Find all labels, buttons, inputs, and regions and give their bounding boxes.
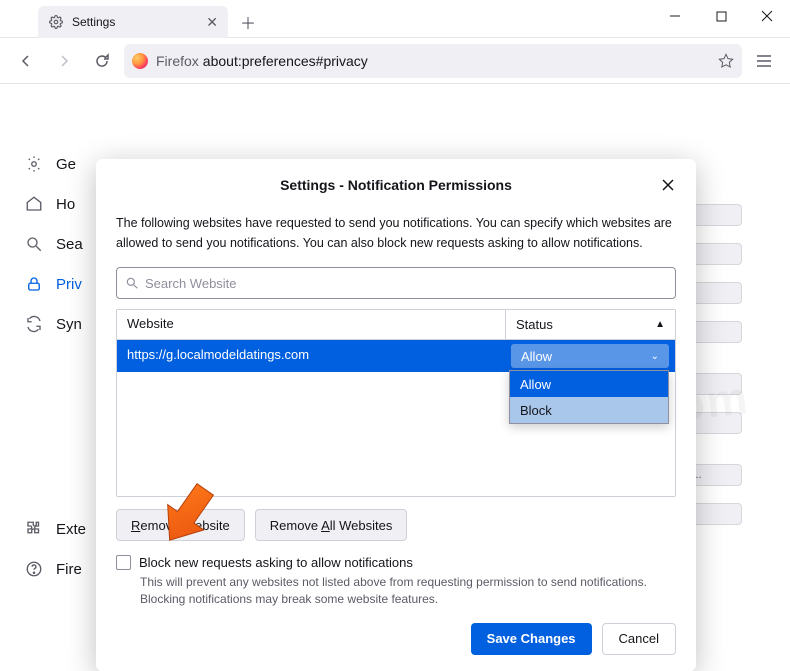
column-website[interactable]: Website	[117, 310, 505, 339]
save-changes-button[interactable]: Save Changes	[471, 623, 592, 655]
status-value: Allow	[521, 349, 552, 364]
remove-website-button[interactable]: Remove Website	[116, 509, 245, 541]
table-header: Website Status ▲	[117, 310, 675, 340]
window-controls	[652, 0, 790, 32]
menu-button[interactable]	[748, 45, 780, 77]
row-website-url: https://g.localmodeldatings.com	[117, 340, 505, 372]
notification-permissions-dialog: Settings - Notification Permissions The …	[96, 159, 696, 671]
content-area: Ge Ho Sea Priv Syn Exte Fire ... ..	[0, 84, 790, 601]
forward-button[interactable]	[48, 45, 80, 77]
column-status[interactable]: Status ▲	[505, 310, 675, 339]
search-website-input[interactable]: Search Website	[116, 267, 676, 299]
minimize-button[interactable]	[652, 0, 698, 32]
browser-tab[interactable]: Settings ✕	[38, 6, 228, 38]
cancel-button[interactable]: Cancel	[602, 623, 676, 655]
tab-title: Settings	[72, 15, 115, 29]
block-new-requests-checkbox[interactable]: Block new requests asking to allow notif…	[116, 555, 676, 570]
new-tab-button[interactable]: ＋	[234, 8, 262, 36]
search-icon	[125, 276, 139, 290]
url-scope-label: Firefox	[156, 53, 199, 69]
settings-icon	[48, 14, 64, 30]
status-dropdown[interactable]: Allow ⌄	[511, 344, 669, 368]
chevron-down-icon: ⌄	[651, 351, 659, 362]
dialog-description: The following websites have requested to…	[116, 213, 676, 253]
dialog-footer: Save Changes Cancel	[116, 623, 676, 655]
dropdown-option-allow[interactable]: Allow	[510, 371, 668, 397]
block-new-hint: This will prevent any websites not liste…	[140, 574, 676, 609]
table-row[interactable]: https://g.localmodeldatings.com Allow ⌄	[117, 340, 675, 372]
firefox-icon	[132, 53, 148, 69]
remove-all-websites-button[interactable]: Remove All Websites	[255, 509, 408, 541]
checkbox-label: Block new requests asking to allow notif…	[139, 555, 413, 570]
browser-toolbar: Firefox about:preferences#privacy	[0, 38, 790, 84]
sort-indicator-icon: ▲	[655, 319, 665, 330]
dialog-title: Settings - Notification Permissions	[116, 177, 676, 193]
url-text: about:preferences#privacy	[203, 53, 368, 69]
dialog-close-button[interactable]	[656, 173, 680, 197]
bookmark-icon[interactable]	[718, 53, 734, 69]
maximize-button[interactable]	[698, 0, 744, 32]
websites-table: Website Status ▲ https://g.localmodeldat…	[116, 309, 676, 497]
status-dropdown-list: Allow Block	[509, 370, 669, 424]
search-placeholder: Search Website	[145, 276, 237, 291]
checkbox-icon	[116, 555, 131, 570]
dropdown-option-block[interactable]: Block	[510, 397, 668, 423]
window-titlebar: Settings ✕ ＋	[0, 0, 790, 38]
tab-close-icon[interactable]: ✕	[206, 14, 218, 31]
url-bar[interactable]: Firefox about:preferences#privacy	[124, 44, 742, 78]
table-actions: Remove Website Remove All Websites	[116, 509, 676, 541]
back-button[interactable]	[10, 45, 42, 77]
reload-button[interactable]	[86, 45, 118, 77]
window-close-button[interactable]	[744, 0, 790, 32]
